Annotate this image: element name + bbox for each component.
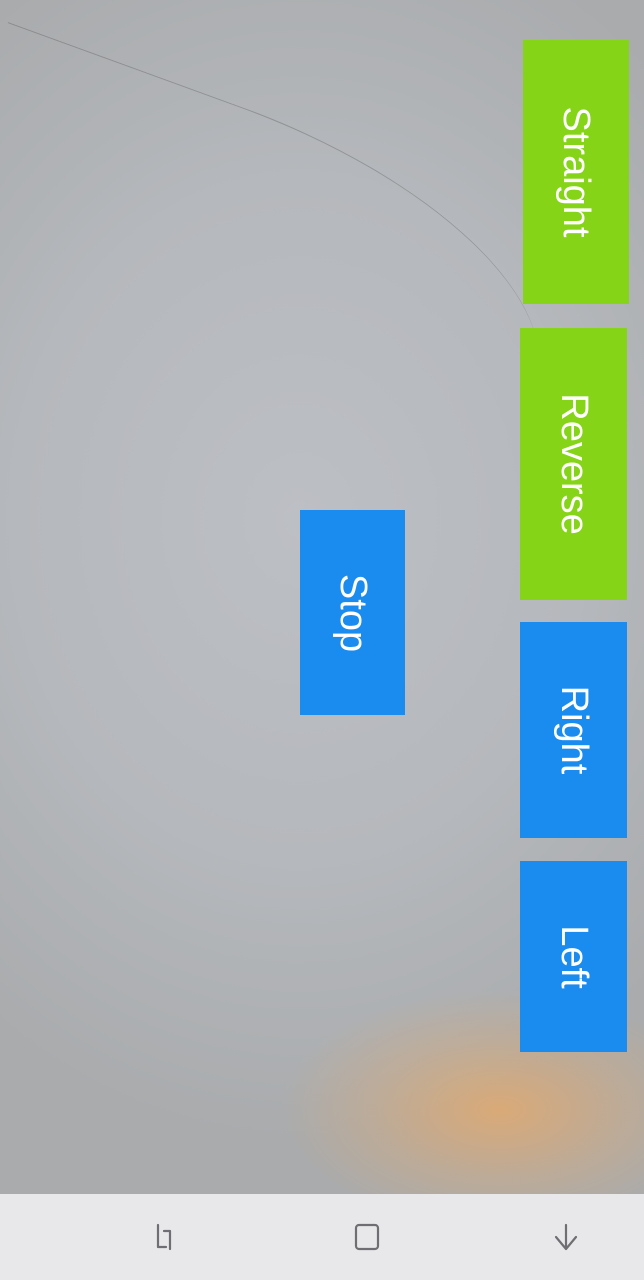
app-screen: Straight Reverse Right Left Stop xyxy=(0,0,644,1194)
recent-apps-icon[interactable] xyxy=(139,1212,189,1262)
right-button[interactable]: Right xyxy=(520,622,627,838)
stop-button[interactable]: Stop xyxy=(300,510,405,715)
stop-button-label: Stop xyxy=(331,573,374,652)
left-button-label: Left xyxy=(552,924,595,989)
home-icon[interactable] xyxy=(341,1212,391,1262)
back-icon[interactable] xyxy=(541,1212,591,1262)
straight-button[interactable]: Straight xyxy=(523,40,629,304)
right-button-label: Right xyxy=(552,685,595,775)
left-button[interactable]: Left xyxy=(520,861,627,1052)
system-navigation-bar xyxy=(0,1194,644,1280)
reverse-button-label: Reverse xyxy=(552,393,595,535)
reverse-button[interactable]: Reverse xyxy=(520,328,627,600)
straight-button-label: Straight xyxy=(555,106,597,238)
